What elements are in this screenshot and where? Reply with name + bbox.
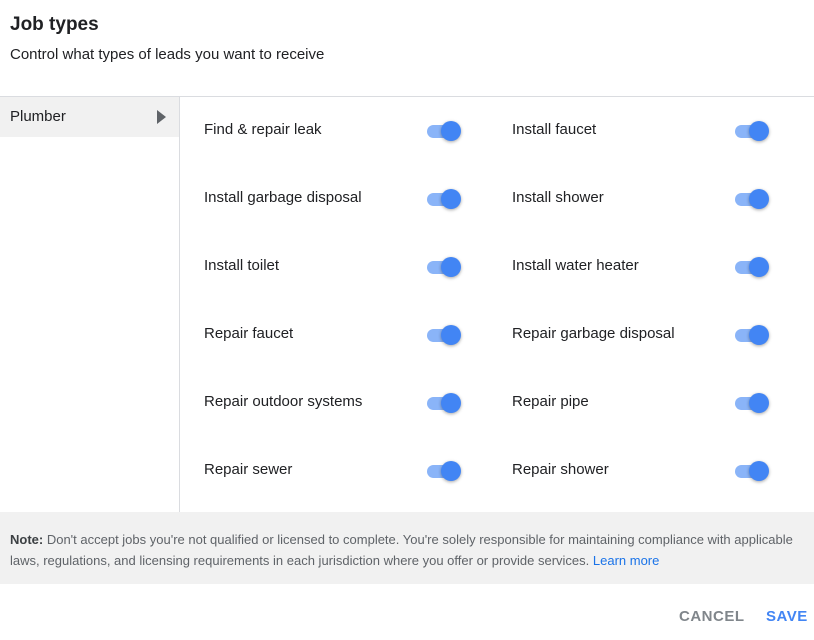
- save-button[interactable]: SAVE: [766, 608, 808, 625]
- job-type-row: Install water heater: [512, 247, 782, 287]
- toggle-knob: [749, 393, 769, 413]
- compliance-note: Note: Don't accept jobs you're not quali…: [0, 512, 814, 584]
- note-prefix: Note:: [10, 532, 44, 547]
- job-type-label: Repair pipe: [512, 393, 589, 410]
- job-type-row: Repair sewer: [204, 451, 474, 491]
- job-type-toggle[interactable]: [733, 188, 773, 210]
- caret-right-icon: [157, 110, 166, 124]
- cancel-button[interactable]: CANCEL: [679, 608, 745, 625]
- toggle-knob: [749, 257, 769, 277]
- job-type-toggle[interactable]: [425, 324, 465, 346]
- job-type-toggle[interactable]: [733, 324, 773, 346]
- learn-more-link[interactable]: Learn more: [593, 553, 659, 568]
- job-type-row: Install shower: [512, 179, 782, 219]
- job-type-toggle[interactable]: [733, 120, 773, 142]
- job-type-grid: Find & repair leak Install garbage dispo…: [180, 97, 814, 512]
- page-title: Job types: [10, 14, 99, 35]
- note-text: Don't accept jobs you're not qualified o…: [10, 532, 793, 568]
- job-type-label: Install toilet: [204, 257, 280, 274]
- toggle-knob: [441, 121, 461, 141]
- toggle-knob: [441, 393, 461, 413]
- job-type-label: Install shower: [512, 189, 604, 206]
- job-type-row: Install toilet: [204, 247, 474, 287]
- toggle-knob: [441, 325, 461, 345]
- job-type-row: Repair outdoor systems: [204, 383, 474, 423]
- job-type-toggle[interactable]: [733, 256, 773, 278]
- toggle-knob: [749, 461, 769, 481]
- dialog-header: Job types Control what types of leads yo…: [0, 0, 814, 97]
- job-type-label: Repair outdoor systems: [204, 393, 363, 410]
- toggle-knob: [749, 325, 769, 345]
- job-type-label: Repair faucet: [204, 325, 294, 342]
- job-type-label: Repair garbage disposal: [512, 325, 675, 342]
- job-type-label: Find & repair leak: [204, 121, 322, 138]
- job-type-label: Repair shower: [512, 461, 609, 478]
- sidebar: Plumber: [0, 97, 180, 512]
- job-type-toggle[interactable]: [425, 392, 465, 414]
- job-type-row: Install faucet: [512, 111, 782, 151]
- job-type-row: Repair pipe: [512, 383, 782, 423]
- toggle-knob: [441, 257, 461, 277]
- job-type-row: Install garbage disposal: [204, 179, 474, 219]
- job-type-row: Find & repair leak: [204, 111, 474, 151]
- job-type-toggle[interactable]: [425, 256, 465, 278]
- job-type-label: Install faucet: [512, 121, 597, 138]
- job-type-row: Repair garbage disposal: [512, 315, 782, 355]
- toggle-knob: [749, 189, 769, 209]
- toggle-knob: [441, 189, 461, 209]
- job-type-label: Repair sewer: [204, 461, 293, 478]
- job-type-row: Repair faucet: [204, 315, 474, 355]
- toggle-knob: [749, 121, 769, 141]
- job-type-toggle[interactable]: [425, 460, 465, 482]
- job-type-label: Install garbage disposal: [204, 189, 362, 206]
- toggle-knob: [441, 461, 461, 481]
- job-type-toggle[interactable]: [425, 188, 465, 210]
- job-type-label: Install water heater: [512, 257, 639, 274]
- job-type-toggle[interactable]: [733, 460, 773, 482]
- page-subtitle: Control what types of leads you want to …: [10, 46, 325, 63]
- sidebar-item-plumber[interactable]: Plumber: [0, 97, 179, 137]
- sidebar-item-label: Plumber: [10, 108, 66, 125]
- job-type-row: Repair shower: [512, 451, 782, 491]
- job-type-toggle[interactable]: [425, 120, 465, 142]
- job-type-toggle[interactable]: [733, 392, 773, 414]
